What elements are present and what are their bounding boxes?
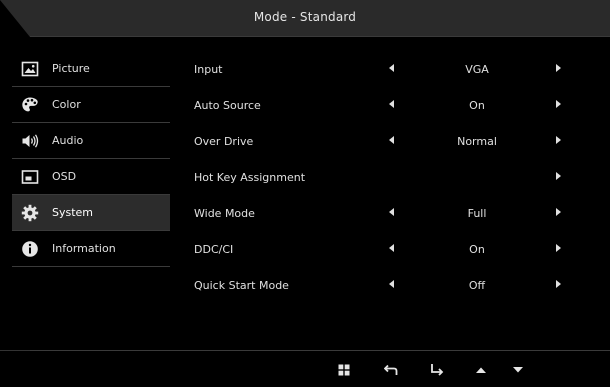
right-arrow-icon[interactable] <box>556 244 561 252</box>
menu-title: Mode - Standard <box>253 10 357 24</box>
left-arrow-icon[interactable] <box>389 64 394 72</box>
right-arrow-icon[interactable] <box>556 172 561 180</box>
left-arrow-icon[interactable] <box>389 136 394 144</box>
right-arrow-icon[interactable] <box>556 136 561 144</box>
speaker-icon <box>21 132 39 150</box>
setting-label: Wide Mode <box>194 207 255 220</box>
setting-row-input[interactable]: Input VGA <box>194 51 594 87</box>
sidebar-item-label: OSD <box>52 170 77 183</box>
sidebar-item-system[interactable]: System <box>12 195 170 231</box>
setting-value: VGA <box>465 63 489 76</box>
sidebar-item-label: Picture <box>52 62 90 75</box>
setting-label: Input <box>194 63 223 76</box>
menu-content: Picture Color Audio OSD System Informati… <box>0 37 610 337</box>
sidebar-item-label: Color <box>52 98 81 111</box>
right-arrow-icon[interactable] <box>556 208 561 216</box>
palette-icon <box>21 96 39 114</box>
right-arrow-icon[interactable] <box>556 100 561 108</box>
sidebar-item-color[interactable]: Color <box>12 87 170 123</box>
menu-grid-icon[interactable] <box>337 363 351 377</box>
setting-value: Off <box>468 279 486 292</box>
up-arrow-icon[interactable] <box>474 363 488 377</box>
gear-icon <box>21 204 39 222</box>
settings-list: Input VGA Auto Source On Over Drive Norm… <box>194 51 594 303</box>
setting-value: On <box>469 99 485 112</box>
setting-row-auto-source[interactable]: Auto Source On <box>194 87 594 123</box>
setting-label: Hot Key Assignment <box>194 171 306 184</box>
sidebar-item-label: System <box>52 206 94 219</box>
left-arrow-icon[interactable] <box>389 280 394 288</box>
setting-label: Auto Source <box>194 99 261 112</box>
sidebar-item-information[interactable]: Information <box>12 231 170 267</box>
left-arrow-icon[interactable] <box>389 208 394 216</box>
right-arrow-icon[interactable] <box>556 280 561 288</box>
sidebar-item-audio[interactable]: Audio <box>12 123 170 159</box>
osd-window-icon <box>21 168 39 186</box>
picture-icon <box>21 60 39 78</box>
enter-icon[interactable] <box>430 363 444 377</box>
setting-value: On <box>469 243 485 256</box>
sidebar-item-osd[interactable]: OSD <box>12 159 170 195</box>
back-icon[interactable] <box>384 363 398 377</box>
sidebar: Picture Color Audio OSD System Informati… <box>12 51 170 267</box>
osd-menu: Mode - Standard Picture Color Audio OSD … <box>0 0 610 387</box>
setting-value: Normal <box>457 135 497 148</box>
left-arrow-icon[interactable] <box>389 100 394 108</box>
setting-row-wide-mode[interactable]: Wide Mode Full <box>194 195 594 231</box>
setting-row-quick-start-mode[interactable]: Quick Start Mode Off <box>194 267 594 303</box>
sidebar-item-label: Audio <box>52 134 84 147</box>
sidebar-item-label: Information <box>52 242 116 255</box>
left-arrow-icon[interactable] <box>389 244 394 252</box>
right-arrow-icon[interactable] <box>556 64 561 72</box>
down-arrow-icon[interactable] <box>511 363 525 377</box>
setting-row-hot-key-assignment[interactable]: Hot Key Assignment <box>194 159 594 195</box>
button-hint-bar <box>0 350 610 388</box>
info-icon <box>21 240 39 258</box>
setting-value: Full <box>467 207 487 220</box>
setting-row-ddc-ci[interactable]: DDC/CI On <box>194 231 594 267</box>
setting-label: DDC/CI <box>194 243 234 256</box>
sidebar-item-picture[interactable]: Picture <box>12 51 170 87</box>
setting-label: Over Drive <box>194 135 254 148</box>
setting-row-over-drive[interactable]: Over Drive Normal <box>194 123 594 159</box>
setting-label: Quick Start Mode <box>194 279 289 292</box>
